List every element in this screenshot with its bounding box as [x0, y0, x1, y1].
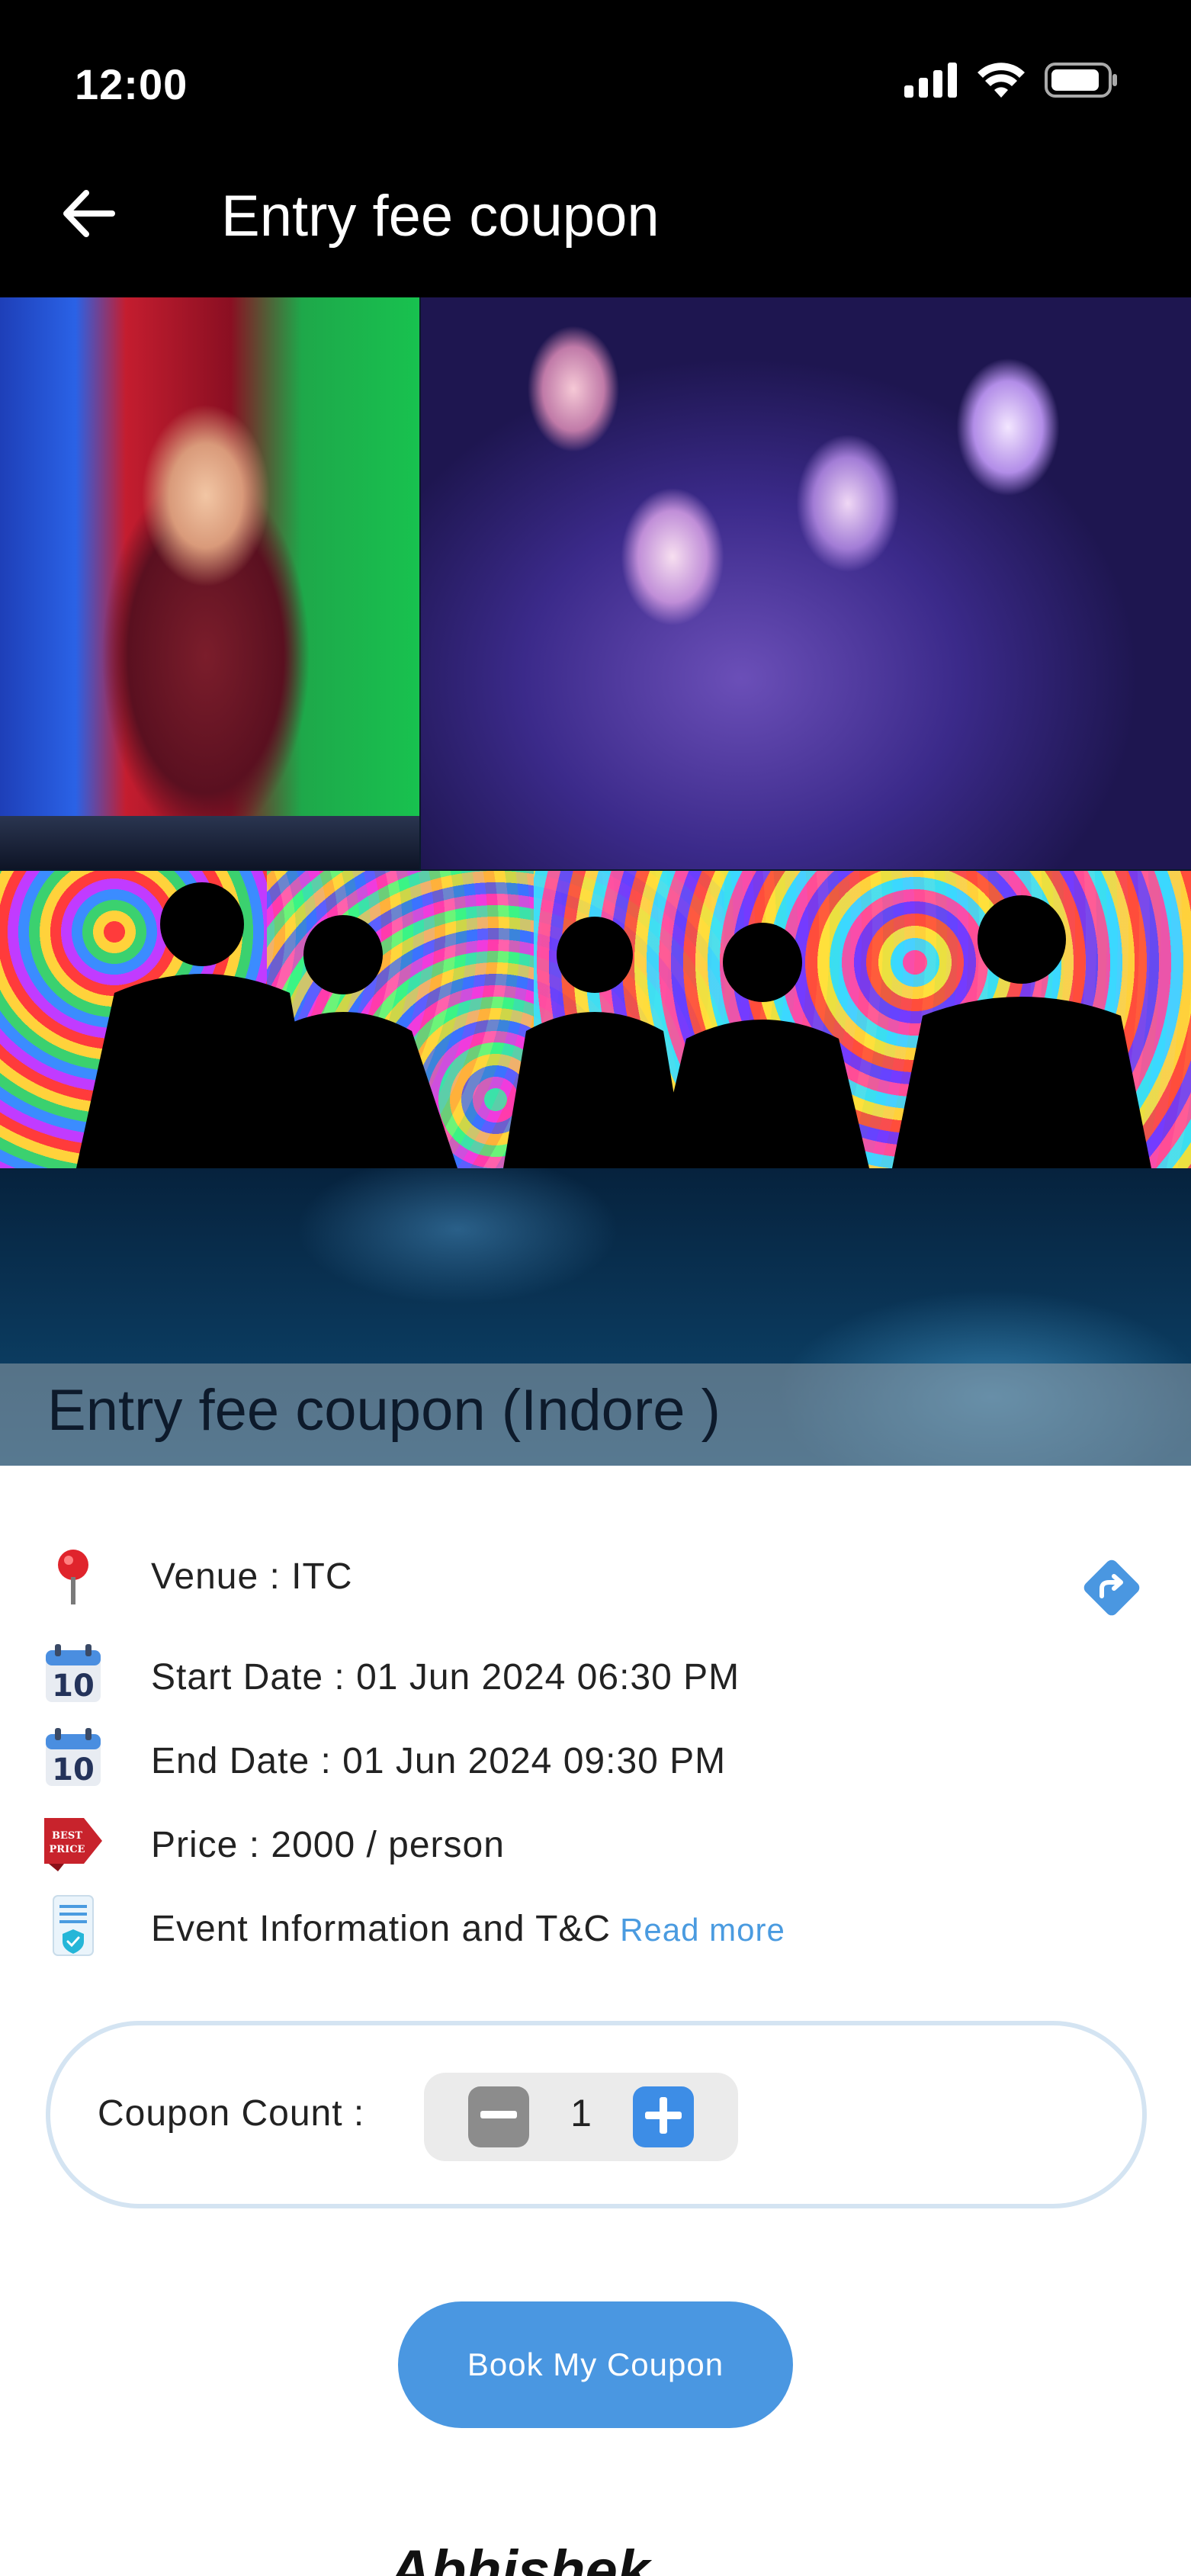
- info-label: Event Information and T&C: [151, 1909, 612, 1949]
- venue-text: Venue : ITC: [151, 1556, 353, 1597]
- app-bar: Entry fee coupon: [0, 137, 1191, 297]
- signal-icon: [904, 63, 958, 101]
- svg-text:PRICE: PRICE: [50, 1844, 85, 1855]
- price-tag-icon: BEST PRICE: [41, 1809, 105, 1873]
- end-date-text: End Date : 01 Jun 2024 09:30 PM: [151, 1741, 727, 1781]
- calendar-icon: 10: [41, 1641, 105, 1705]
- coupon-count-label: Coupon Count :: [98, 2093, 365, 2134]
- price-text: Price : 2000 / person: [151, 1825, 505, 1865]
- svg-text:10: 10: [52, 1752, 95, 1787]
- silhouette-photo: [0, 871, 1191, 1168]
- event-banner: Entry fee coupon (Indore ): [0, 297, 1191, 1466]
- party-photo: [421, 297, 1191, 869]
- calendar-icon: 10: [41, 1725, 105, 1789]
- svg-text:10: 10: [52, 1669, 95, 1704]
- decrement-button[interactable]: [468, 2086, 529, 2147]
- page-title: Entry fee coupon: [221, 184, 660, 249]
- read-more-link[interactable]: Read more: [620, 1912, 785, 1948]
- event-title: Entry fee coupon (Indore ): [47, 1378, 721, 1443]
- back-button[interactable]: [50, 177, 127, 253]
- banner-caption: Entry fee coupon (Indore ): [0, 1363, 1191, 1466]
- status-time: 12:00: [75, 60, 188, 108]
- status-icons: [904, 63, 1118, 101]
- document-shield-icon: [41, 1894, 105, 1958]
- dancer-silhouettes: [76, 882, 1151, 1168]
- svg-text:BEST: BEST: [52, 1830, 82, 1842]
- pin-icon: [41, 1545, 105, 1609]
- book-my-coupon-button[interactable]: Book My Coupon: [398, 2301, 793, 2428]
- dj-photo: [0, 297, 419, 869]
- directions-icon: [1079, 1555, 1144, 1624]
- status-bar: 12:00: [0, 0, 1191, 137]
- coupon-count-value: 1: [570, 2092, 592, 2134]
- quantity-stepper: 1: [424, 2073, 738, 2161]
- dj-deck: [0, 816, 419, 869]
- wifi-icon: [978, 63, 1025, 101]
- footer-text: Abhishek: [389, 2539, 650, 2576]
- coupon-count-card: Coupon Count : 1: [46, 2021, 1147, 2208]
- battery-icon: [1045, 63, 1118, 101]
- arrow-left-icon: [62, 189, 115, 241]
- start-date-text: Start Date : 01 Jun 2024 06:30 PM: [151, 1657, 740, 1698]
- increment-button[interactable]: [633, 2086, 694, 2147]
- directions-button[interactable]: [1074, 1551, 1150, 1627]
- info-text: Event Information and T&C Read more: [151, 1908, 785, 1950]
- plus-icon: [645, 2096, 682, 2138]
- minus-icon: [480, 2110, 517, 2124]
